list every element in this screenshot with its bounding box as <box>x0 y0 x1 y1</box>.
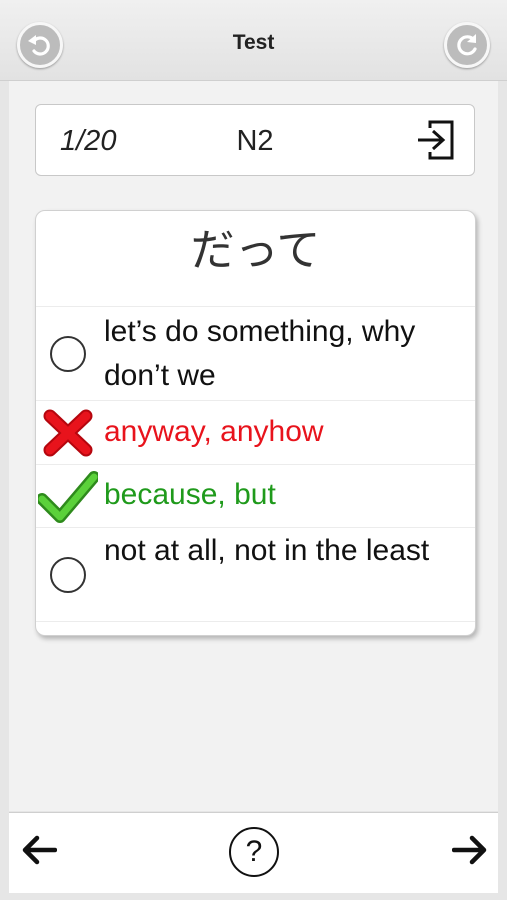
answer-option-2[interactable]: anyway, anyhow <box>36 401 475 465</box>
answer-option-3[interactable]: because, but <box>36 465 475 528</box>
answer-option-text: not at all, not in the least <box>104 534 430 567</box>
answer-option-text: anyway, anyhow <box>104 415 324 448</box>
level-label: N2 <box>236 125 274 157</box>
answer-option-1[interactable]: let’s do something, why don’t we <box>36 307 475 401</box>
wrong-x-icon <box>43 409 93 457</box>
answer-option-text: because, but <box>104 478 276 511</box>
help-button[interactable]: ? <box>229 827 279 877</box>
answer-option-4[interactable]: not at all, not in the least <box>36 528 475 622</box>
refresh-icon <box>457 34 477 56</box>
bottom-toolbar: ? <box>9 812 498 893</box>
question-card: だって let’s do something, why don’t we any… <box>35 210 476 636</box>
radio-circle-icon[interactable] <box>50 336 86 372</box>
page-title: Test <box>232 31 275 54</box>
arrow-right-icon[interactable] <box>452 835 488 865</box>
arrow-left-icon[interactable] <box>21 835 57 865</box>
question-word: だって <box>36 211 475 307</box>
radio-circle-icon[interactable] <box>50 557 86 593</box>
header-bar: Test <box>0 0 507 81</box>
info-bar: 1/20 N2 <box>35 104 475 176</box>
refresh-button[interactable] <box>444 22 490 68</box>
exit-icon[interactable] <box>416 118 458 162</box>
app-screen: Test 1/20 N2 だって let’s do something, why… <box>0 0 507 900</box>
answer-option-text: let’s do something, why don’t we <box>104 315 416 392</box>
correct-check-icon <box>38 471 98 523</box>
